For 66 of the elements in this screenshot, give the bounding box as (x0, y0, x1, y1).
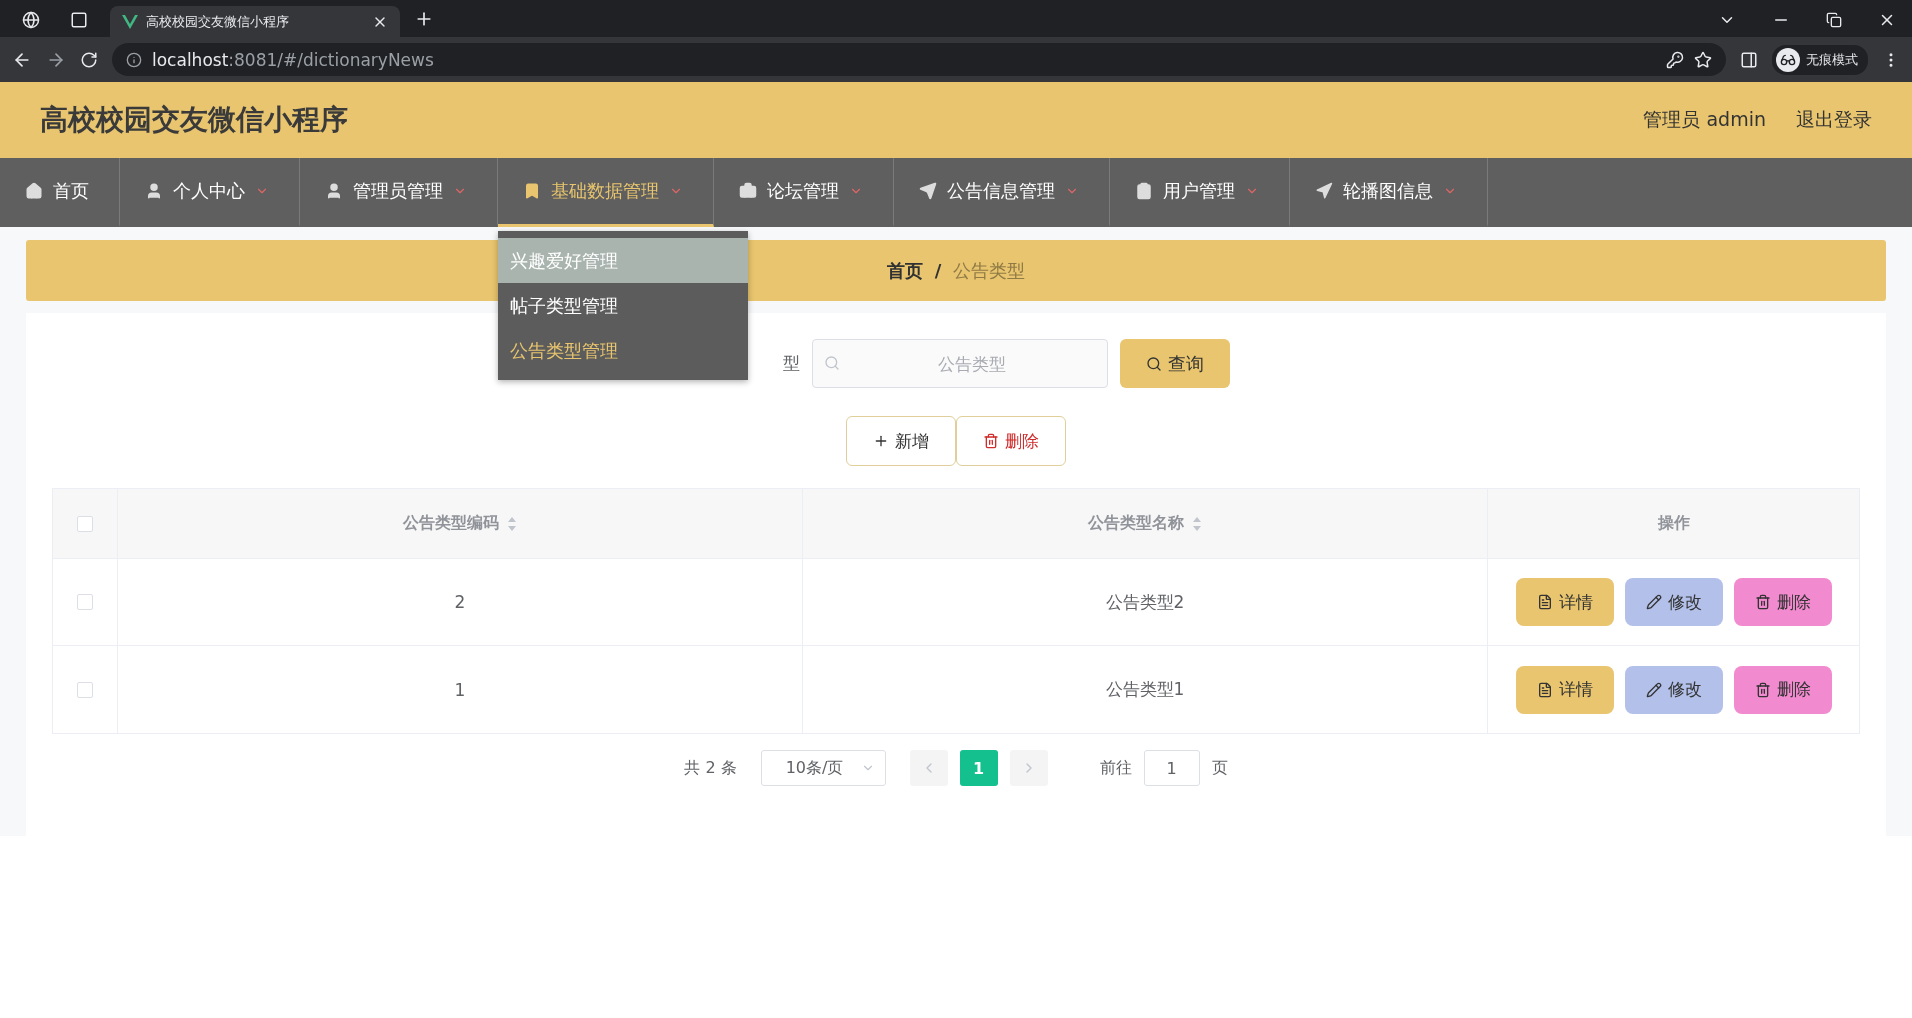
plus-icon (873, 433, 889, 449)
detail-button[interactable]: 详情 (1515, 665, 1614, 714)
user-label: 管理员 admin (1643, 107, 1766, 132)
logo-icon (122, 14, 138, 29)
delete-button[interactable]: 删除 (1733, 665, 1832, 714)
side-panel-icon[interactable] (1740, 50, 1758, 69)
column-header: 操作 (1657, 513, 1690, 534)
pencil-icon (1645, 594, 1662, 610)
reload-icon[interactable] (80, 50, 98, 69)
search-icon (1145, 355, 1162, 372)
briefcase-icon (739, 182, 757, 200)
checkbox[interactable] (77, 681, 93, 698)
edit-button[interactable]: 修改 (1624, 578, 1723, 626)
user-icon (325, 182, 343, 200)
page-suffix: 页 (1211, 757, 1228, 779)
breadcrumb-current: 公告类型 (953, 258, 1026, 283)
logout-link[interactable]: 退出登录 (1796, 107, 1872, 133)
app-title: 高校校园交友微信小程序 (40, 102, 349, 138)
globe-icon[interactable] (22, 11, 40, 29)
paper-plane-icon (919, 182, 937, 200)
goto-label: 前往 (1099, 757, 1132, 779)
bookmark-icon (523, 182, 541, 200)
page-input[interactable]: 1 (1143, 750, 1200, 786)
pencil-icon (1645, 681, 1662, 698)
column-header: 公告类型名称 (1088, 513, 1184, 534)
document-icon (1536, 594, 1553, 610)
address-bar[interactable]: localhost:8081/#/dictionaryNews (112, 43, 1726, 76)
home-icon (25, 182, 43, 200)
incognito-icon (1776, 47, 1800, 72)
page-size-select[interactable]: 10条/页 (760, 750, 886, 786)
browser-tab[interactable]: 高校校园交友微信小程序 (110, 6, 400, 37)
document-icon (1536, 681, 1553, 698)
checkbox[interactable] (77, 594, 93, 610)
edit-button[interactable]: 修改 (1624, 665, 1723, 714)
add-button[interactable]: 新增 (846, 416, 956, 466)
table-cell: 1 (454, 679, 466, 700)
dropdown-item[interactable]: 公告类型管理 (498, 328, 748, 373)
query-button[interactable]: 查询 (1119, 339, 1230, 388)
restore-icon[interactable] (1826, 12, 1842, 28)
dropdown-item[interactable]: 帖子类型管理 (498, 283, 748, 328)
key-icon[interactable] (1666, 50, 1684, 69)
arrow-icon (1315, 182, 1333, 200)
detail-button[interactable]: 详情 (1515, 578, 1614, 626)
search-icon (823, 355, 840, 371)
incognito-badge[interactable]: 无痕模式 (1772, 44, 1868, 75)
checkbox[interactable] (77, 515, 93, 532)
delete-button[interactable]: 删除 (1733, 578, 1832, 626)
breadcrumb-link[interactable]: 首页 (886, 258, 923, 283)
user-icon (145, 182, 163, 200)
trash-icon (1754, 594, 1771, 610)
window-icon[interactable] (70, 11, 88, 29)
clipboard-icon (1135, 182, 1153, 200)
search-field[interactable]: 公告类型 (811, 339, 1108, 388)
trash-icon (1754, 681, 1771, 698)
table-cell: 公告类型1 (1105, 678, 1185, 701)
url-text: localhost:8081/#/dictionaryNews (152, 49, 434, 70)
search-label: 型 (782, 352, 800, 375)
trash-icon (983, 433, 999, 449)
star-icon[interactable] (1694, 50, 1712, 69)
breadcrumb-separator: / (934, 260, 942, 281)
delete-button[interactable]: 删除 (956, 416, 1066, 466)
table-cell: 2 (454, 592, 466, 612)
table-cell: 公告类型2 (1105, 590, 1185, 614)
total-count: 共 2 条 (684, 757, 737, 779)
column-header: 公告类型编码 (403, 513, 499, 534)
info-icon (126, 51, 142, 68)
